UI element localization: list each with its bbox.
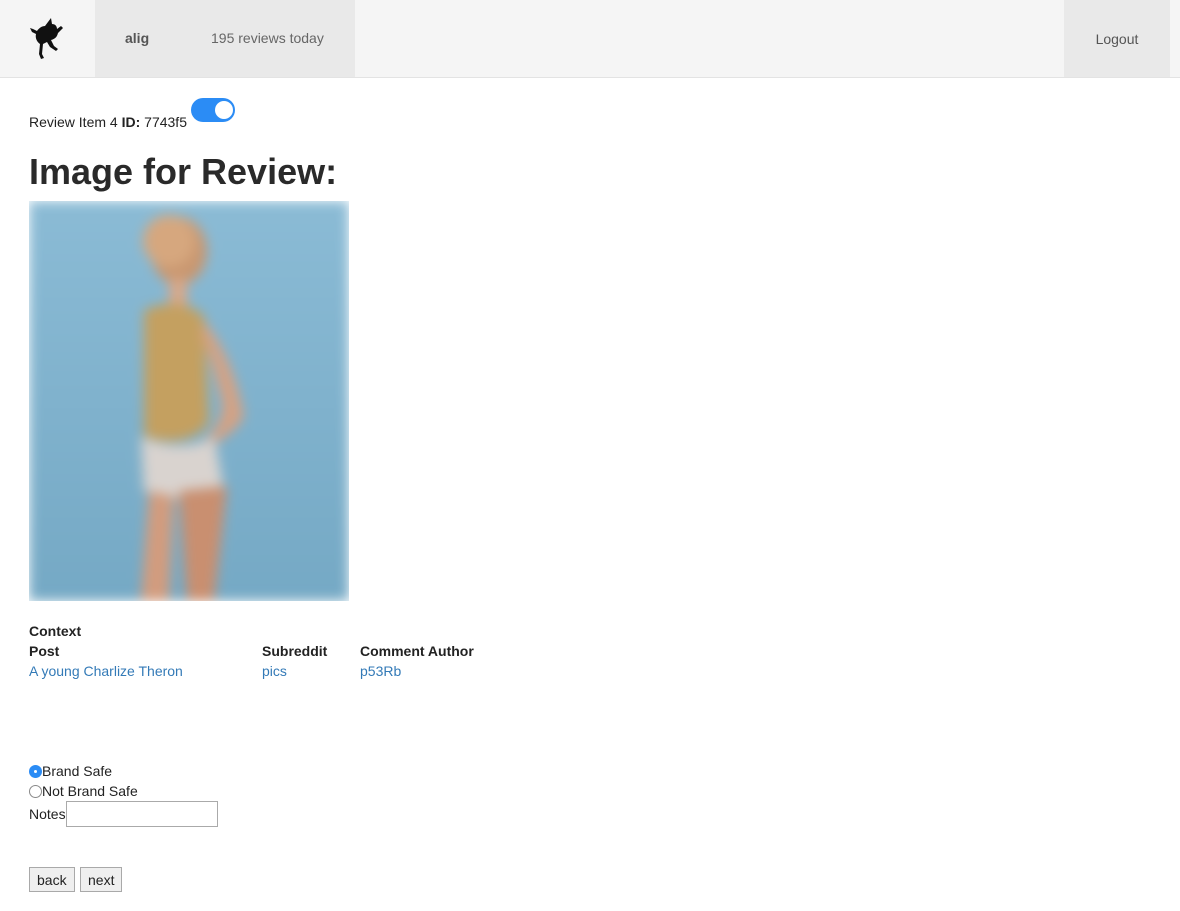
page-title: Image for Review: bbox=[29, 151, 338, 192]
not-brand-safe-radio[interactable] bbox=[29, 784, 42, 798]
comment-author-column-header: Comment Author bbox=[360, 643, 474, 659]
brand-safe-radio[interactable] bbox=[29, 764, 42, 778]
brand-safe-label: Brand Safe bbox=[42, 763, 113, 779]
notes-input[interactable] bbox=[66, 801, 218, 827]
post-link[interactable]: A young Charlize Theron bbox=[29, 663, 183, 679]
username-link[interactable]: alig bbox=[125, 30, 149, 46]
back-button[interactable]: back bbox=[29, 867, 75, 892]
post-column-header: Post bbox=[29, 643, 60, 659]
subreddit-column-header: Subreddit bbox=[262, 643, 328, 659]
notes-label: Notes bbox=[29, 806, 66, 822]
logout-button[interactable]: Logout bbox=[1064, 0, 1170, 77]
subreddit-link[interactable]: pics bbox=[262, 663, 287, 679]
review-toggle-switch[interactable] bbox=[191, 98, 235, 122]
next-button[interactable]: next bbox=[80, 867, 123, 892]
not-brand-safe-option[interactable]: Not Brand Safe bbox=[29, 783, 138, 799]
review-item-label: Review Item 4 bbox=[29, 114, 118, 130]
id-label: ID: bbox=[121, 114, 141, 130]
home-logo-link[interactable] bbox=[0, 0, 95, 77]
cat-logo-icon bbox=[29, 17, 63, 59]
review-item-line: Review Item 4 ID: 7743f5 bbox=[29, 114, 187, 130]
not-brand-safe-label: Not Brand Safe bbox=[42, 783, 138, 799]
top-navbar: alig 195 reviews today Logout bbox=[0, 0, 1180, 78]
brand-safe-option[interactable]: Brand Safe bbox=[29, 763, 112, 779]
comment-author-link[interactable]: p53Rb bbox=[360, 663, 401, 679]
toggle-knob bbox=[215, 101, 233, 119]
reviews-today-count: 195 reviews today bbox=[211, 30, 324, 46]
context-label: Context bbox=[29, 623, 82, 639]
id-value: 7743f5 bbox=[144, 114, 187, 130]
review-image bbox=[29, 201, 349, 601]
